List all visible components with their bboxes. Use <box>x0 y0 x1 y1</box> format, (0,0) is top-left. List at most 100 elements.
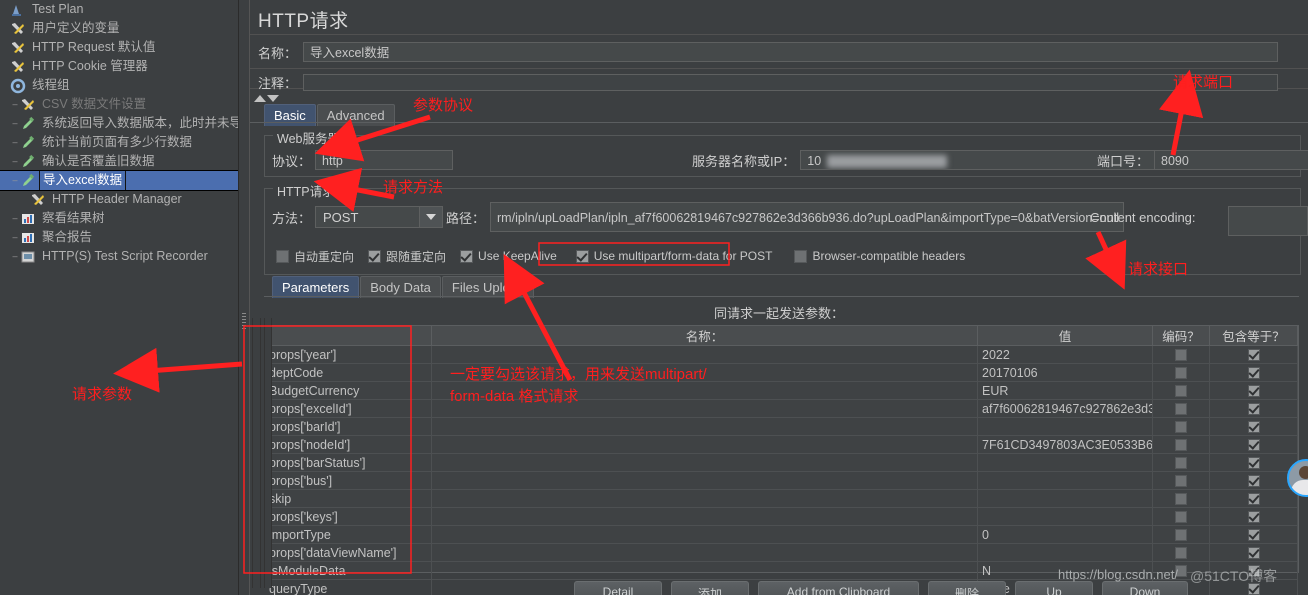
cell-encode-checkbox[interactable] <box>1153 382 1210 399</box>
checkbox-icon[interactable] <box>794 249 808 263</box>
table-header-cell-3[interactable]: 编码？ <box>1153 326 1210 345</box>
cell-include-equals-checkbox[interactable] <box>1210 544 1298 561</box>
checkbox-item-0[interactable]: 自动重定向 <box>276 248 354 265</box>
checkbox-item-4[interactable]: Browser-compatible headers <box>794 249 965 263</box>
comment-input[interactable] <box>303 73 1279 91</box>
cell-param-value[interactable]: 0 <box>978 526 1153 543</box>
cell-include-equals-checkbox[interactable] <box>1210 454 1298 471</box>
cell-param-name[interactable]: deptCode <box>265 364 432 381</box>
checkbox-icon[interactable] <box>368 249 382 263</box>
cell-param-name[interactable]: props['keys'] <box>265 508 432 525</box>
cell-param-value[interactable] <box>978 490 1153 507</box>
cell-encode-checkbox[interactable] <box>1153 454 1210 471</box>
table-row[interactable]: props['keys'] <box>265 508 1298 526</box>
request-options-checkbox-row[interactable]: 自动重定向 跟随重定向 Use KeepAlive Use multipart/for… <box>276 246 979 266</box>
path-input[interactable]: rm/ipln/upLoadPlan/ipln_af7f60062819467c… <box>490 202 1125 232</box>
checkbox-icon[interactable] <box>1175 492 1187 505</box>
checkbox-icon[interactable] <box>1175 510 1187 523</box>
checkbox-icon[interactable] <box>1247 492 1260 505</box>
tree-item-11[interactable]: – 察看结果树 <box>0 209 238 228</box>
checkbox-icon[interactable] <box>1247 546 1260 559</box>
checkbox-icon[interactable] <box>1247 402 1260 415</box>
button-5[interactable]: Down <box>1102 581 1188 595</box>
checkbox-icon[interactable] <box>1247 510 1260 523</box>
tree-item-10[interactable]: HTTP Header Manager <box>0 190 238 209</box>
cell-param-name[interactable]: props['barStatus'] <box>265 454 432 471</box>
checkbox-icon[interactable] <box>1247 366 1260 379</box>
tree-expand-handle-icon[interactable]: – <box>10 152 20 171</box>
table-row[interactable]: props['year'] 2022 <box>265 346 1298 364</box>
checkbox-icon[interactable] <box>1247 384 1260 397</box>
cell-param-name[interactable]: importType <box>265 526 432 543</box>
parameters-tabstrip[interactable]: Parameters Body Data Files Upload <box>272 276 535 298</box>
checkbox-item-3[interactable]: Use multipart/form-data for POST <box>568 246 781 266</box>
checkbox-icon[interactable] <box>1247 348 1260 361</box>
table-header-cell-1[interactable]: 名称： <box>432 326 978 345</box>
checkbox-item-1[interactable]: 跟随重定向 <box>368 248 446 265</box>
cell-encode-checkbox[interactable] <box>1153 544 1210 561</box>
checkbox-icon[interactable] <box>1175 546 1187 559</box>
button-4[interactable]: Up <box>1015 581 1093 595</box>
caret-up-icon[interactable] <box>254 94 266 102</box>
button-2[interactable]: Add from Clipboard <box>758 581 919 595</box>
tree-expand-handle-icon[interactable]: – <box>10 209 20 228</box>
table-header-cell-0[interactable] <box>265 326 432 345</box>
cell-encode-checkbox[interactable] <box>1153 472 1210 489</box>
cell-param-name[interactable]: isModuleData <box>265 562 432 579</box>
table-row[interactable]: props['nodeId'] 7F61CD3497803AC3E0533B681… <box>265 436 1298 454</box>
checkbox-icon[interactable] <box>1175 384 1187 397</box>
checkbox-item-2[interactable]: Use KeepAlive <box>460 249 557 263</box>
tree-item-13[interactable]: – HTTP(S) Test Script Recorder <box>0 247 238 266</box>
tab-2[interactable]: Files Upload <box>441 276 535 298</box>
checkbox-icon[interactable] <box>575 249 589 263</box>
cell-include-equals-checkbox[interactable] <box>1210 508 1298 525</box>
table-header-cell-4[interactable]: 包含等于？ <box>1210 326 1298 345</box>
cell-param-value[interactable]: 7F61CD3497803AC3E0533B68120AACAB <box>978 436 1153 453</box>
button-3[interactable]: 删除 <box>928 581 1006 595</box>
chevron-down-icon[interactable] <box>419 207 443 227</box>
cell-param-name[interactable]: skip <box>265 490 432 507</box>
cell-encode-checkbox[interactable] <box>1153 526 1210 543</box>
cell-param-value[interactable]: af7f60062819467c927862e3d366b936 <box>978 400 1153 417</box>
cell-encode-checkbox[interactable] <box>1153 436 1210 453</box>
cell-include-equals-checkbox[interactable] <box>1210 418 1298 435</box>
cell-param-value[interactable]: EUR <box>978 382 1153 399</box>
checkbox-icon[interactable] <box>1175 438 1187 451</box>
tree-item-1[interactable]: 用户定义的变量 <box>0 19 238 38</box>
cell-param-value[interactable]: 2022 <box>978 346 1153 363</box>
tree-item-12[interactable]: – 聚合报告 <box>0 228 238 247</box>
cell-param-name[interactable]: props['bus'] <box>265 472 432 489</box>
cell-param-name[interactable]: props['nodeId'] <box>265 436 432 453</box>
cell-param-value[interactable] <box>978 418 1153 435</box>
cell-param-value[interactable] <box>978 544 1153 561</box>
cell-param-value[interactable] <box>978 454 1153 471</box>
table-row[interactable]: importType 0 <box>265 526 1298 544</box>
table-row[interactable]: props['barStatus'] <box>265 454 1298 472</box>
checkbox-icon[interactable] <box>460 249 474 263</box>
table-row[interactable]: skip <box>265 490 1298 508</box>
caret-down-icon[interactable] <box>267 94 279 102</box>
tree-item-8[interactable]: – 确认是否覆盖旧数据 <box>0 152 238 171</box>
checkbox-icon[interactable] <box>276 249 289 263</box>
cell-param-name[interactable]: queryType <box>265 580 432 595</box>
checkbox-icon[interactable] <box>1247 474 1260 487</box>
tree-item-5[interactable]: – CSV 数据文件设置 <box>0 95 238 114</box>
checkbox-icon[interactable] <box>1175 348 1187 361</box>
cell-encode-checkbox[interactable] <box>1153 418 1210 435</box>
cell-param-value[interactable] <box>978 472 1153 489</box>
table-row[interactable]: props['excelId'] af7f60062819467c927862e3… <box>265 400 1298 418</box>
cell-param-value[interactable]: 20170106 <box>978 364 1153 381</box>
cell-param-name[interactable]: BudgetCurrency <box>265 382 432 399</box>
checkbox-icon[interactable] <box>1175 474 1187 487</box>
table-row[interactable]: props['bus'] <box>265 472 1298 490</box>
tab-0[interactable]: Parameters <box>272 276 360 298</box>
table-action-buttons[interactable]: Detail 添加 Add from Clipboard 删除 Up Down <box>574 581 1197 595</box>
content-encoding-input[interactable] <box>1228 206 1308 236</box>
cell-param-value[interactable] <box>978 508 1153 525</box>
tree-expand-handle-icon[interactable]: – <box>10 247 20 266</box>
port-input[interactable]: 8090 <box>1154 150 1308 170</box>
cell-param-name[interactable]: props['barId'] <box>265 418 432 435</box>
tree-expand-handle-icon[interactable]: – <box>10 171 20 190</box>
cell-include-equals-checkbox[interactable] <box>1210 490 1298 507</box>
tree-expand-handle-icon[interactable]: – <box>10 95 20 114</box>
